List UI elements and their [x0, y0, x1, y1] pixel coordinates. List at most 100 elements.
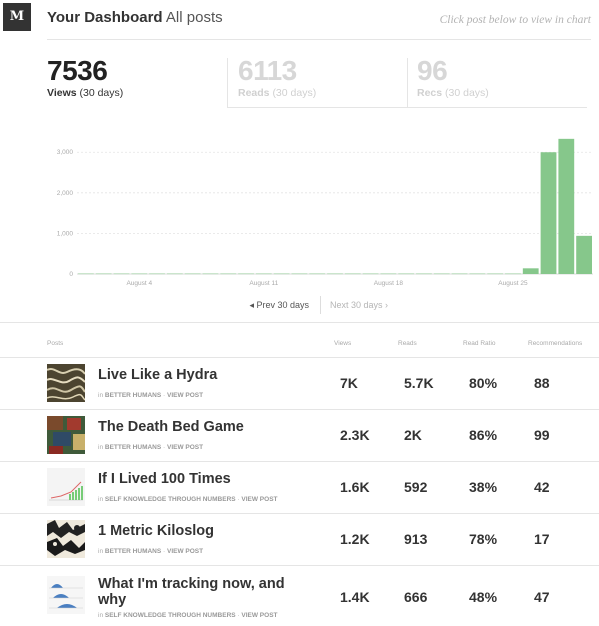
col-header-recommendations: Recommendations	[528, 340, 583, 347]
stat-label: Views (30 days)	[47, 87, 124, 99]
post-meta: in BETTER HUMANS · VIEW POST	[98, 548, 204, 555]
stat-tab-reads[interactable]: 6113 Reads (30 days)	[238, 57, 317, 108]
post-title[interactable]: The Death Bed Game	[98, 419, 244, 435]
view-post-link[interactable]: VIEW POST	[241, 612, 277, 619]
stats-tabs: 7536 Views (30 days) 6113 Reads (30 days…	[47, 52, 591, 108]
pager-divider	[320, 296, 321, 314]
table-row[interactable]: If I Lived 100 Times in SELF KNOWLEDGE T…	[0, 461, 599, 513]
post-reads: 913	[404, 531, 428, 547]
chart-bar[interactable]	[487, 273, 504, 275]
y-tick-label: 0	[69, 271, 73, 278]
post-reads: 666	[404, 589, 428, 605]
table-row[interactable]: Live Like a Hydra in BETTER HUMANS · VIE…	[0, 357, 599, 409]
chart-bar[interactable]	[184, 273, 201, 275]
chart-bar[interactable]	[398, 273, 415, 275]
stat-tab-recs[interactable]: 96 Recs (30 days)	[417, 55, 489, 108]
post-meta: in SELF KNOWLEDGE THROUGH NUMBERS · VIEW…	[98, 612, 278, 619]
chart-bar[interactable]	[540, 152, 557, 274]
view-post-link[interactable]: VIEW POST	[241, 496, 277, 503]
post-views: 1.4K	[340, 589, 370, 605]
x-tick-label: August 11	[249, 280, 278, 287]
chart-pager: ◂ Prev 30 days Next 30 days ›	[0, 296, 599, 314]
chart-bar[interactable]	[433, 273, 450, 275]
y-tick-label: 1,000	[57, 230, 74, 237]
medium-logo[interactable]: M	[3, 3, 31, 31]
section-divider	[0, 322, 599, 323]
y-tick-label: 2,000	[57, 190, 74, 197]
views-chart-svg: 3,000 2,000 1,000 0 August 4 August 11 August …	[57, 138, 593, 287]
page-title: Your Dashboard All posts	[47, 9, 223, 26]
post-read-ratio: 38%	[469, 479, 498, 495]
header-divider	[47, 39, 591, 40]
post-views: 1.2K	[340, 531, 370, 547]
publication-link[interactable]: SELF KNOWLEDGE THROUGH NUMBERS	[105, 496, 236, 503]
table-row[interactable]: 1 Metric Kiloslog in BETTER HUMANS · VIE…	[0, 513, 599, 565]
chart-bar[interactable]	[505, 273, 521, 275]
view-post-link[interactable]: VIEW POST	[167, 444, 203, 451]
chart-bar[interactable]	[255, 273, 272, 275]
chart-bar[interactable]	[95, 273, 112, 275]
chart-bar[interactable]	[78, 273, 94, 275]
post-read-ratio: 48%	[469, 589, 498, 605]
post-thumbnail	[47, 520, 85, 558]
page-title-main: Your Dashboard	[47, 9, 163, 26]
chart-bar[interactable]	[362, 273, 379, 275]
header: M Your Dashboard All posts Click post be…	[0, 0, 599, 40]
table-row[interactable]: What I'm tracking now, and why in SELF K…	[0, 565, 599, 625]
chart-bar[interactable]	[576, 235, 592, 274]
page-title-sub: All posts	[165, 9, 223, 26]
chart-bar[interactable]	[202, 273, 219, 275]
chart-bar[interactable]	[380, 273, 397, 275]
col-header-views: Views	[334, 340, 352, 347]
chart-bar[interactable]	[291, 273, 308, 275]
chart-hint: Click post below to view in chart	[439, 14, 591, 26]
publication-link[interactable]: SELF KNOWLEDGE THROUGH NUMBERS	[105, 612, 236, 619]
chart-bar[interactable]	[113, 273, 130, 275]
post-views: 1.6K	[340, 479, 370, 495]
post-thumbnail	[47, 468, 85, 506]
post-thumbnail	[47, 576, 85, 614]
col-header-read-ratio: Read Ratio	[463, 340, 496, 347]
post-meta: in BETTER HUMANS · VIEW POST	[98, 444, 204, 451]
view-post-link[interactable]: VIEW POST	[167, 392, 203, 399]
publication-link[interactable]: BETTER HUMANS	[105, 444, 161, 451]
chart-bar[interactable]	[558, 138, 575, 274]
chart-bar[interactable]	[469, 273, 486, 275]
chart-bar[interactable]	[166, 273, 183, 275]
next-30-days-link[interactable]: Next 30 days ›	[330, 300, 388, 310]
stat-tab-views[interactable]: 7536 Views (30 days)	[47, 57, 124, 108]
post-recommendations: 99	[534, 427, 550, 443]
post-title[interactable]: Live Like a Hydra	[98, 367, 217, 383]
chart-bar[interactable]	[238, 273, 254, 275]
chart-bar[interactable]	[273, 273, 290, 275]
stat-value: 96	[417, 55, 448, 86]
post-views: 2.3K	[340, 427, 370, 443]
post-thumbnail	[47, 416, 85, 454]
chart-bar[interactable]	[149, 273, 165, 275]
stat-label: Reads (30 days)	[238, 87, 317, 99]
post-recommendations: 17	[534, 531, 550, 547]
chart-bar[interactable]	[327, 273, 343, 275]
post-title[interactable]: If I Lived 100 Times	[98, 471, 231, 487]
chart-bar[interactable]	[416, 273, 432, 275]
post-thumbnail	[47, 364, 85, 402]
chart-bar[interactable]	[451, 273, 468, 275]
chart-bar[interactable]	[309, 273, 326, 275]
table-row[interactable]: The Death Bed Game in BETTER HUMANS · VI…	[0, 409, 599, 461]
post-recommendations: 42	[534, 479, 550, 495]
prev-30-days-link[interactable]: ◂ Prev 30 days	[249, 300, 309, 311]
chart-bar[interactable]	[131, 273, 148, 275]
x-tick-label: August 25	[498, 280, 528, 287]
chart-bar[interactable]	[522, 268, 539, 274]
post-title[interactable]: 1 Metric Kiloslog	[98, 523, 214, 539]
post-title[interactable]: What I'm tracking now, and why	[98, 576, 298, 608]
publication-link[interactable]: BETTER HUMANS	[105, 392, 161, 399]
view-post-link[interactable]: VIEW POST	[167, 548, 203, 555]
post-reads: 5.7K	[404, 375, 434, 391]
chart-bar[interactable]	[220, 273, 237, 275]
chart-bar[interactable]	[344, 273, 361, 275]
posts-table-header: Posts Views Reads Read Ratio Recommendat…	[0, 338, 599, 352]
x-tick-label: August 4	[126, 280, 152, 287]
post-read-ratio: 80%	[469, 375, 498, 391]
publication-link[interactable]: BETTER HUMANS	[105, 548, 161, 555]
